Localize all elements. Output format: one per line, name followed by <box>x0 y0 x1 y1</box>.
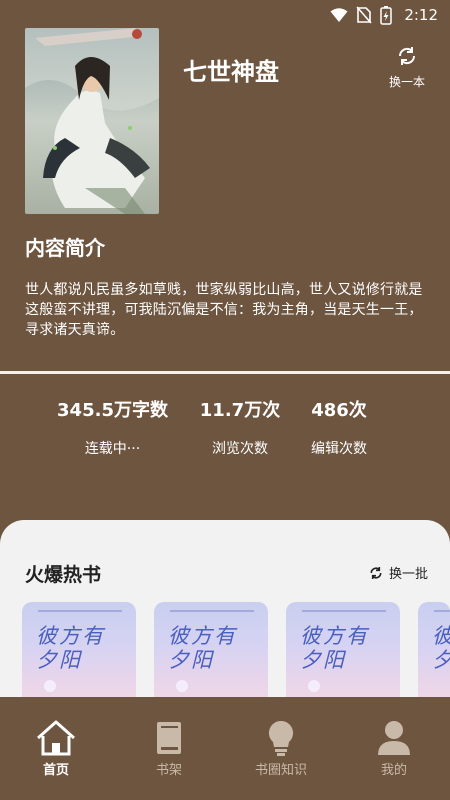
intro-text: 世人都说凡民虽多如草贱，世家纵弱比山高，世人又说修行就是这般蛮不讲理，可我陆沉偏… <box>25 282 423 338</box>
profile-icon <box>378 721 410 755</box>
no-sim-icon <box>356 6 372 24</box>
stat-caption: 浏览次数 <box>212 441 268 457</box>
swap-book-button[interactable]: 换一本 <box>386 44 428 90</box>
bookshelf-icon <box>157 722 181 754</box>
hot-book-cover-title: 彼方有夕阳 <box>300 624 369 672</box>
cover-decoration <box>44 680 56 692</box>
status-time: 2:12 <box>404 6 438 24</box>
hot-book-card[interactable]: 彼方有夕阳 <box>418 602 450 712</box>
refresh-icon <box>398 47 416 65</box>
status-bar: 2:12 <box>0 0 450 30</box>
refresh-icon <box>370 566 382 579</box>
cover-decoration <box>308 680 320 692</box>
bottom-nav: 首页 书架 书圈知识 我的 <box>0 697 450 800</box>
stat-value: 486次 <box>311 400 367 421</box>
stat-word-count: 345.5万字数 连载中··· <box>55 396 170 458</box>
cover-tagline-line <box>434 610 450 612</box>
hot-book-card[interactable]: 彼方有夕阳 <box>154 602 268 712</box>
stat-value: 11.7万次 <box>199 400 281 421</box>
nav-label: 我的 <box>380 763 407 778</box>
hot-book-card[interactable]: 彼方有夕阳 <box>286 602 400 712</box>
section-divider <box>0 371 450 374</box>
book-title: 七世神盘 <box>183 58 279 86</box>
stat-value: 345.5万字数 <box>57 400 168 421</box>
nav-book-circle[interactable]: 书圈知识 <box>241 719 321 778</box>
cover-tagline-line <box>170 610 254 612</box>
hot-book-cover-title: 彼方有夕阳 <box>36 624 105 672</box>
stat-views: 11.7万次 浏览次数 <box>198 396 282 458</box>
swap-batch-label: 换一批 <box>389 567 429 582</box>
stat-edits: 486次 编辑次数 <box>308 396 370 458</box>
swap-book-label: 换一本 <box>388 75 425 89</box>
nav-label: 首页 <box>42 763 69 778</box>
cover-tagline-line <box>302 610 386 612</box>
nav-home[interactable]: 首页 <box>16 719 96 778</box>
cover-decoration <box>176 680 188 692</box>
stat-caption: 连载中··· <box>84 441 141 457</box>
nav-label: 书架 <box>155 763 182 778</box>
nav-bookshelf[interactable]: 书架 <box>129 719 209 778</box>
swap-batch-button[interactable]: 换一批 <box>368 563 428 582</box>
stat-caption: 编辑次数 <box>311 441 367 457</box>
hot-books-title: 火爆热书 <box>25 564 102 586</box>
hot-book-card[interactable]: 彼方有夕阳 <box>22 602 136 712</box>
book-cover-image[interactable] <box>25 28 159 214</box>
home-icon <box>37 720 75 756</box>
wifi-icon <box>330 8 348 22</box>
hot-book-cover-title: 彼方有夕阳 <box>432 624 450 672</box>
intro-heading: 内容简介 <box>25 236 105 260</box>
hot-books-panel: 火爆热书 换一批 彼方有夕阳 彼方有夕阳 彼方有夕阳 彼方有夕阳 <box>0 520 450 712</box>
cover-tagline-line <box>38 610 122 612</box>
hot-book-cover-title: 彼方有夕阳 <box>168 624 237 672</box>
lightbulb-icon <box>268 720 294 756</box>
battery-charging-icon <box>380 6 393 25</box>
nav-label: 书圈知识 <box>254 763 307 778</box>
nav-profile[interactable]: 我的 <box>354 719 434 778</box>
